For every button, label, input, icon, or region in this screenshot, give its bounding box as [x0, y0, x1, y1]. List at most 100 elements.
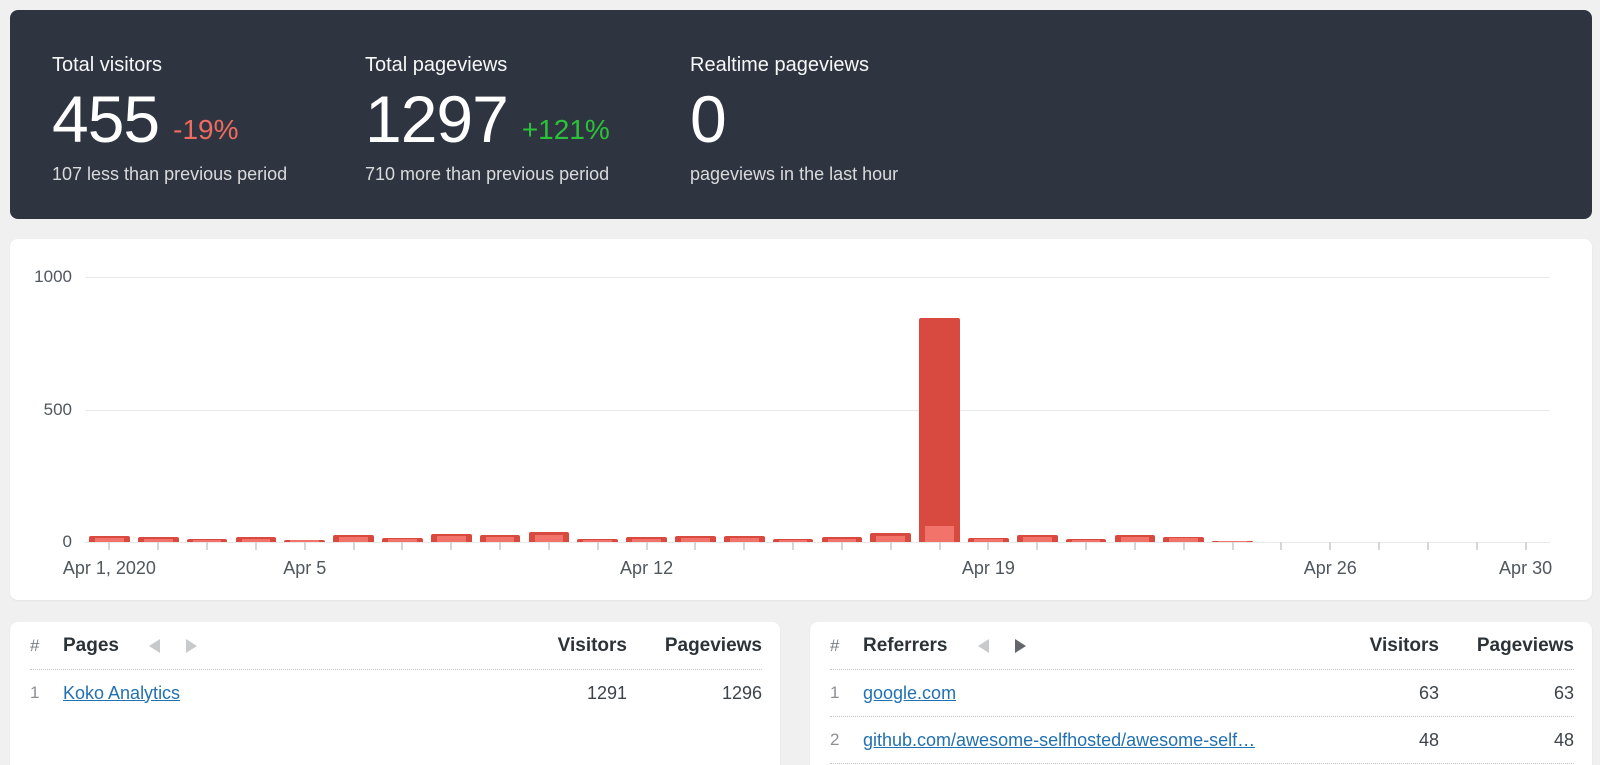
x-axis-tick: [1134, 542, 1136, 550]
x-axis-tick: [255, 542, 257, 550]
x-axis-tick: [206, 542, 208, 550]
x-axis-tick: [1378, 542, 1380, 550]
x-axis-tick: [450, 542, 452, 550]
pages-rows: 1Koko Analytics 12911296: [30, 669, 762, 716]
chart-bar-group[interactable]: [671, 277, 720, 542]
chart-bar-group[interactable]: [1355, 277, 1404, 542]
referrers-table-card: # Referrers Visitors Pageviews 1google.c…: [810, 622, 1592, 765]
pageviews-bar: [919, 318, 960, 542]
total-pageviews-value: 1297: [365, 90, 508, 148]
visitors-bar: [925, 526, 954, 542]
visitors-value: 48: [1329, 730, 1439, 751]
pages-table-header: # Pages Visitors Pageviews: [30, 622, 762, 669]
chart-bar-group[interactable]: [622, 277, 671, 542]
chart-bar-group[interactable]: [1306, 277, 1355, 542]
referrer-link[interactable]: google.com: [863, 683, 956, 704]
visitors-bar: [535, 535, 564, 542]
chart-bar-group[interactable]: [964, 277, 1013, 542]
chart-bar-group[interactable]: [378, 277, 427, 542]
pages-table-card: # Pages Visitors Pageviews 1Koko Analyti…: [10, 622, 780, 765]
chart-bar-group[interactable]: [183, 277, 232, 542]
page-link[interactable]: Koko Analytics: [63, 683, 180, 704]
y-axis-tick-label: 1000: [10, 267, 72, 287]
chart-bar-group[interactable]: [866, 277, 915, 542]
chart-bar-group[interactable]: [769, 277, 818, 542]
y-axis-tick-label: 500: [10, 400, 72, 420]
stat-total-pageviews: Total pageviews 1297 +121% 710 more than…: [365, 54, 690, 219]
stat-label: Total visitors: [52, 54, 365, 76]
chart-bar-group[interactable]: [1257, 277, 1306, 542]
x-axis-tick: [1232, 542, 1234, 550]
pageviews-value: 63: [1439, 683, 1574, 704]
x-axis-tick-label: Apr 12: [620, 558, 673, 579]
x-axis-tick: [1036, 542, 1038, 550]
total-visitors-value: 455: [52, 90, 159, 148]
visitors-value: 63: [1329, 683, 1439, 704]
chart-bar-group[interactable]: [280, 277, 329, 542]
table-row: 1google.com6363: [830, 669, 1574, 716]
stat-subtext: pageviews in the last hour: [690, 164, 898, 185]
x-axis-tick: [1329, 542, 1331, 550]
rank-column-header: #: [830, 636, 863, 656]
chart-bar-group[interactable]: [720, 277, 769, 542]
change-badge-up: +121%: [522, 115, 610, 145]
row-rank: 1: [30, 683, 63, 703]
rank-column-header: #: [30, 636, 63, 656]
stat-subtext: 710 more than previous period: [365, 164, 690, 185]
x-axis-tick-label: Apr 30: [1499, 558, 1552, 579]
chart-bar-group[interactable]: [1062, 277, 1111, 542]
x-axis-tick: [1476, 542, 1478, 550]
chart-bar-group[interactable]: [232, 277, 281, 542]
chart-card: Apr 1, 2020Apr 5Apr 12Apr 19Apr 26Apr 30…: [10, 239, 1592, 600]
stat-label: Realtime pageviews: [690, 54, 898, 76]
referrers-rows: 1google.com63632github.com/awesome-selfh…: [830, 669, 1574, 764]
stat-realtime-pageviews: Realtime pageviews 0 pageviews in the la…: [690, 54, 898, 219]
chart-bar-group[interactable]: [573, 277, 622, 542]
table-row: 2github.com/awesome-selfhosted/awesome-s…: [830, 716, 1574, 763]
chart-bar-group[interactable]: [329, 277, 378, 542]
x-axis-tick: [548, 542, 550, 550]
x-axis-tick: [646, 542, 648, 550]
stat-label: Total pageviews: [365, 54, 690, 76]
chart-bar-group[interactable]: [85, 277, 134, 542]
chart-bar-group[interactable]: [476, 277, 525, 542]
chart-bar-group[interactable]: [1013, 277, 1062, 542]
koko-analytics-dashboard: Total visitors 455 -19% 107 less than pr…: [0, 0, 1600, 765]
x-axis-tick: [1427, 542, 1429, 550]
x-axis-tick: [939, 542, 941, 550]
stat-subtext: 107 less than previous period: [52, 164, 365, 185]
next-page-icon[interactable]: [1015, 639, 1026, 653]
pageviews-column-header: Pageviews: [1439, 635, 1574, 657]
x-axis-tick: [743, 542, 745, 550]
x-axis-tick-label: Apr 19: [962, 558, 1015, 579]
next-page-icon: [186, 639, 197, 653]
chart-bar-group[interactable]: [1452, 277, 1501, 542]
chart-bar-group[interactable]: [134, 277, 183, 542]
x-axis-tick: [597, 542, 599, 550]
x-axis-tick: [108, 542, 110, 550]
chart-bar-group[interactable]: [1501, 277, 1550, 542]
chart-bar-group[interactable]: [818, 277, 867, 542]
chart-bar-group[interactable]: [1111, 277, 1160, 542]
chart-bar-group[interactable]: [427, 277, 476, 542]
plot-area: Apr 1, 2020Apr 5Apr 12Apr 19Apr 26Apr 30: [85, 277, 1550, 542]
chart-bar-group[interactable]: [1208, 277, 1257, 542]
row-rank: 2: [830, 730, 863, 750]
x-axis-tick: [157, 542, 159, 550]
chart-bar-group[interactable]: [525, 277, 574, 542]
pageviews-value: 1296: [627, 683, 762, 704]
row-divider: [830, 763, 1574, 764]
visitors-column-header: Visitors: [1329, 635, 1439, 657]
chart-bar-group[interactable]: [1404, 277, 1453, 542]
x-axis-tick: [401, 542, 403, 550]
x-axis-tick: [792, 542, 794, 550]
chart-bar-group[interactable]: [1159, 277, 1208, 542]
pageviews-column-header: Pageviews: [627, 635, 762, 657]
visitors-value: 1291: [517, 683, 627, 704]
x-axis-tick-label: Apr 26: [1304, 558, 1357, 579]
x-axis-tick: [694, 542, 696, 550]
prev-page-icon: [149, 639, 160, 653]
chart-bar-group[interactable]: [915, 277, 964, 542]
x-axis-tick: [1525, 542, 1527, 550]
referrer-link[interactable]: github.com/awesome-selfhosted/awesome-se…: [863, 730, 1255, 751]
